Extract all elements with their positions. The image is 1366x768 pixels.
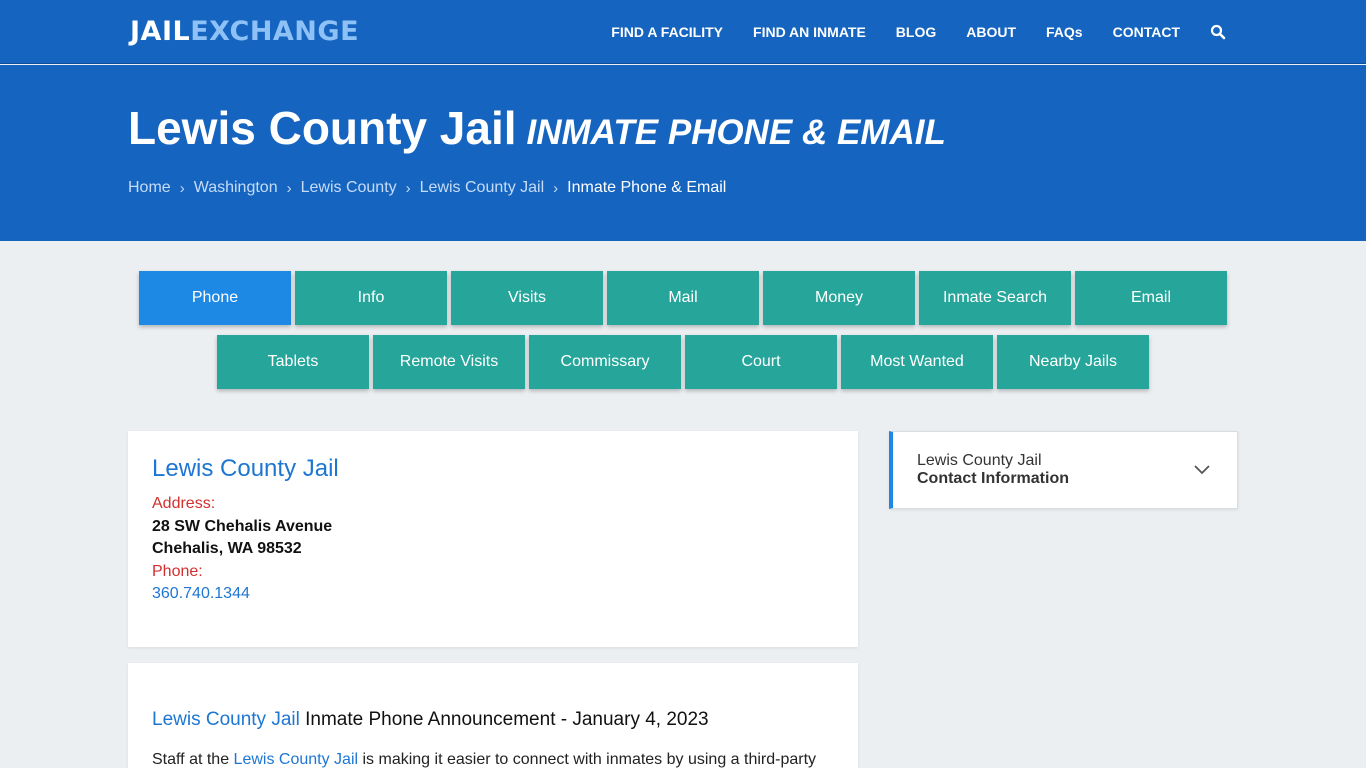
tab-nearby-jails[interactable]: Nearby Jails xyxy=(997,335,1149,389)
address-line-2: Chehalis, WA 98532 xyxy=(152,540,302,557)
tab-info[interactable]: Info xyxy=(295,271,447,325)
chevron-right-icon: › xyxy=(179,179,185,197)
tab-most-wanted[interactable]: Most Wanted xyxy=(841,335,993,389)
address-line-1: 28 SW Chehalis Avenue xyxy=(152,517,333,535)
page-title-main: Lewis County Jail xyxy=(128,102,517,154)
tab-commissary[interactable]: Commissary xyxy=(529,335,681,389)
breadcrumb: Home › Washington › Lewis County › Lewis… xyxy=(128,179,726,197)
logo-part-jail: JAIL xyxy=(130,16,191,47)
sidebar-contact-label: Contact Information xyxy=(917,470,1069,487)
breadcrumb-state[interactable]: Washington xyxy=(194,179,278,197)
announcement-card: Lewis County Jail Inmate Phone Announcem… xyxy=(128,663,858,768)
nav-faqs[interactable]: FAQs xyxy=(1046,24,1083,40)
tab-remote-visits[interactable]: Remote Visits xyxy=(373,335,525,389)
tab-email[interactable]: Email xyxy=(1075,271,1227,325)
search-icon[interactable] xyxy=(1210,24,1226,40)
facility-name: Lewis County Jail xyxy=(152,455,339,482)
tab-court[interactable]: Court xyxy=(685,335,837,389)
announcement-body-link[interactable]: Lewis County Jail xyxy=(234,751,359,768)
announcement-body: Staff at the Lewis County Jail is making… xyxy=(152,751,834,768)
tab-phone[interactable]: Phone xyxy=(139,271,291,325)
chevron-right-icon: › xyxy=(553,179,559,197)
address-label: Address: xyxy=(152,495,216,512)
nav-find-facility[interactable]: FIND A FACILITY xyxy=(611,24,723,40)
tab-inmate-search[interactable]: Inmate Search xyxy=(919,271,1071,325)
chevron-right-icon: › xyxy=(405,179,411,197)
breadcrumb-home[interactable]: Home xyxy=(128,179,171,197)
hero-banner: Lewis County Jail INMATE PHONE & EMAIL Ho… xyxy=(0,65,1366,241)
announcement-body-suffix: is making it easier to connect with inma… xyxy=(358,751,817,768)
announcement-heading: Lewis County Jail Inmate Phone Announcem… xyxy=(152,709,834,731)
breadcrumb-current: Inmate Phone & Email xyxy=(567,179,727,196)
nav-find-inmate[interactable]: FIND AN INMATE xyxy=(753,24,866,40)
phone-link[interactable]: 360.740.1344 xyxy=(152,583,834,606)
nav-links: FIND A FACILITY FIND AN INMATE BLOG ABOU… xyxy=(581,0,1226,64)
tabs-row-2: Tablets Remote Visits Commissary Court M… xyxy=(0,335,1366,389)
nav-blog[interactable]: BLOG xyxy=(896,24,936,40)
announcement-heading-text: Inmate Phone Announcement - January 4, 2… xyxy=(299,709,709,730)
tab-visits[interactable]: Visits xyxy=(451,271,603,325)
site-logo[interactable]: JAILEXCHANGE xyxy=(130,16,359,48)
tab-money[interactable]: Money xyxy=(763,271,915,325)
announcement-facility-link[interactable]: Lewis County Jail xyxy=(152,709,300,730)
logo-part-exchange: EXCHANGE xyxy=(190,16,360,47)
breadcrumb-county[interactable]: Lewis County xyxy=(301,179,397,197)
page-title-sub: INMATE PHONE & EMAIL xyxy=(526,113,946,152)
breadcrumb-facility[interactable]: Lewis County Jail xyxy=(420,179,545,197)
tab-tablets[interactable]: Tablets xyxy=(217,335,369,389)
announcement-body-prefix: Staff at the xyxy=(152,751,234,768)
chevron-right-icon: › xyxy=(286,179,292,197)
tab-mail[interactable]: Mail xyxy=(607,271,759,325)
phone-label: Phone: xyxy=(152,562,203,580)
tabs-row-1: Phone Info Visits Mail Money Inmate Sear… xyxy=(0,271,1366,325)
nav-about[interactable]: ABOUT xyxy=(966,24,1016,40)
contact-info-accordion[interactable]: Lewis County Jail Contact Information xyxy=(889,431,1238,509)
top-navbar: JAILEXCHANGE FIND A FACILITY FIND AN INM… xyxy=(0,0,1366,64)
sidebar-facility-name: Lewis County Jail xyxy=(917,452,1042,469)
nav-contact[interactable]: CONTACT xyxy=(1113,24,1180,40)
page-title: Lewis County Jail INMATE PHONE & EMAIL xyxy=(128,101,946,155)
chevron-down-icon[interactable] xyxy=(1193,463,1211,475)
facility-card: Lewis County Jail Address: 28 SW Chehali… xyxy=(128,431,858,647)
